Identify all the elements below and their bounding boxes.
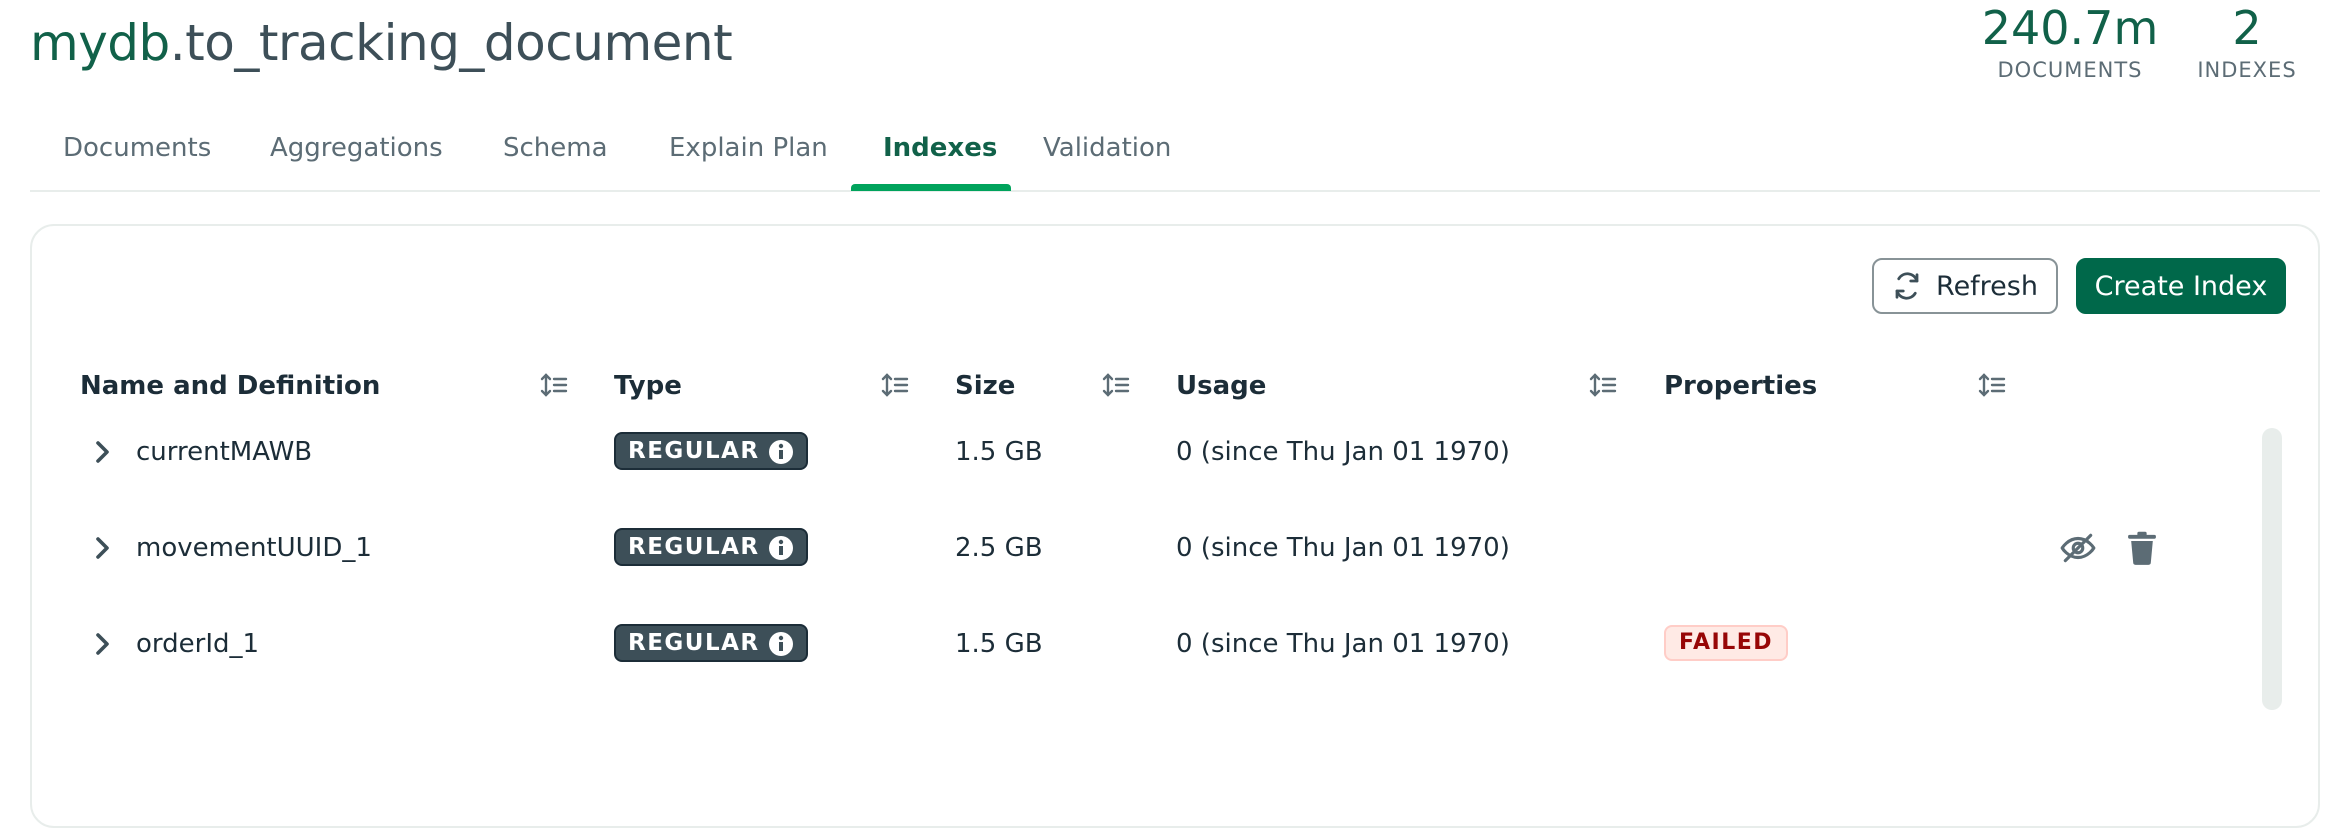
tab-validation[interactable]: Validation — [1043, 112, 1171, 190]
table-row: currentMAWB REGULAR 1.5 GB 0 (since Thu … — [32, 422, 2272, 482]
index-usage: 0 (since Thu Jan 01 1970) — [1176, 437, 1510, 467]
table-row: movementUUID_1 REGULAR 2.5 GB 0 (since T… — [32, 518, 2272, 578]
sort-icon[interactable] — [881, 371, 909, 399]
tab-documents[interactable]: Documents — [63, 112, 211, 190]
info-icon[interactable] — [768, 535, 794, 561]
indexes-stat: 2 INDEXES — [2186, 0, 2308, 84]
delete-index-button[interactable] — [2122, 528, 2162, 568]
create-index-button[interactable]: Create Index — [2076, 258, 2286, 314]
collection-tabs: Documents Aggregations Schema Explain Pl… — [30, 112, 2320, 192]
index-size: 2.5 GB — [955, 533, 1043, 563]
indexes-label: INDEXES — [2197, 58, 2297, 82]
tab-aggregations[interactable]: Aggregations — [270, 112, 443, 190]
refresh-button[interactable]: Refresh — [1872, 258, 2058, 314]
eye-slash-icon — [2060, 533, 2096, 563]
type-label: REGULAR — [628, 438, 760, 464]
active-tab-indicator — [851, 184, 1011, 191]
info-icon[interactable] — [768, 439, 794, 465]
refresh-label: Refresh — [1936, 270, 2038, 302]
sort-icon[interactable] — [1589, 371, 1617, 399]
tab-schema[interactable]: Schema — [503, 112, 608, 190]
info-icon[interactable] — [768, 631, 794, 657]
index-size: 1.5 GB — [955, 437, 1043, 467]
type-label: REGULAR — [628, 630, 760, 656]
column-header-name[interactable]: Name and Definition — [80, 366, 380, 406]
chevron-right-icon[interactable] — [88, 630, 116, 658]
collection-name: .to_tracking_document — [169, 14, 733, 72]
refresh-icon — [1895, 272, 1919, 300]
indexes-count: 2 — [2232, 1, 2262, 55]
type-badge: REGULAR — [614, 432, 808, 470]
documents-stat: 240.7m DOCUMENTS — [1978, 0, 2162, 84]
type-label: REGULAR — [628, 534, 760, 560]
page-title: mydb.to_tracking_document — [30, 12, 733, 74]
sort-icon[interactable] — [540, 371, 568, 399]
index-size: 1.5 GB — [955, 629, 1043, 659]
index-name: orderId_1 — [136, 629, 260, 659]
table-row: orderId_1 REGULAR 1.5 GB 0 (since Thu Ja… — [32, 614, 2272, 674]
index-usage: 0 (since Thu Jan 01 1970) — [1176, 629, 1510, 659]
chevron-right-icon[interactable] — [88, 534, 116, 562]
sort-icon[interactable] — [1102, 371, 1130, 399]
column-header-size[interactable]: Size — [955, 366, 1015, 406]
index-name: currentMAWB — [136, 437, 313, 467]
column-header-type[interactable]: Type — [614, 366, 682, 406]
trash-icon — [2128, 531, 2156, 565]
type-badge: REGULAR — [614, 624, 808, 662]
documents-label: DOCUMENTS — [1997, 58, 2143, 82]
vertical-scrollbar[interactable] — [2262, 428, 2282, 710]
column-header-usage[interactable]: Usage — [1176, 366, 1266, 406]
chevron-right-icon[interactable] — [88, 438, 116, 466]
tab-indexes[interactable]: Indexes — [883, 112, 997, 190]
status-badge: FAILED — [1664, 625, 1789, 661]
hide-index-button[interactable] — [2058, 528, 2098, 568]
tab-explain-plan[interactable]: Explain Plan — [669, 112, 828, 190]
documents-count: 240.7m — [1981, 1, 2159, 55]
index-usage: 0 (since Thu Jan 01 1970) — [1176, 533, 1510, 563]
type-badge: REGULAR — [614, 528, 808, 566]
database-name: mydb — [30, 14, 170, 72]
index-name: movementUUID_1 — [136, 533, 372, 563]
column-header-properties[interactable]: Properties — [1664, 366, 1817, 406]
sort-icon[interactable] — [1978, 371, 2006, 399]
